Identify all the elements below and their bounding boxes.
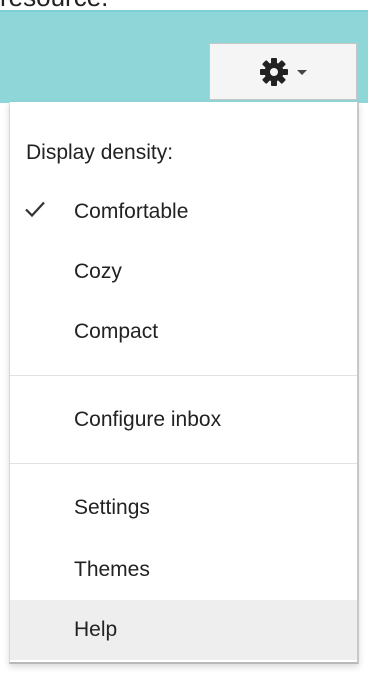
menu-item-settings[interactable]: Settings <box>10 478 357 538</box>
gear-icon <box>259 57 289 87</box>
menu-divider <box>10 463 357 464</box>
settings-button[interactable] <box>209 43 357 100</box>
menu-item-label: Comfortable <box>74 200 189 223</box>
menu-item-help[interactable]: Help <box>10 600 357 660</box>
menu-divider <box>10 375 357 376</box>
menu-item-cozy[interactable]: Cozy <box>10 242 357 302</box>
menu-item-label: Compact <box>74 320 159 343</box>
menu-item-themes[interactable]: Themes <box>10 540 357 600</box>
menu-item-label: Configure inbox <box>74 408 222 431</box>
settings-dropdown-menu: Display density: Comfortable Cozy Compac… <box>9 102 359 664</box>
display-density-heading: Display density: <box>26 141 174 164</box>
menu-item-label: Help <box>74 618 118 641</box>
menu-item-label: Settings <box>74 496 150 519</box>
menu-item-compact[interactable]: Compact <box>10 302 357 362</box>
menu-item-configure-inbox[interactable]: Configure inbox <box>10 390 357 450</box>
menu-item-comfortable[interactable]: Comfortable <box>10 182 357 242</box>
app-frame: resource. Display density <box>0 0 368 677</box>
menu-item-label: Themes <box>74 558 150 581</box>
checkmark-icon <box>24 201 46 224</box>
menu-item-label: Cozy <box>74 260 122 283</box>
caret-down-icon <box>297 70 307 75</box>
